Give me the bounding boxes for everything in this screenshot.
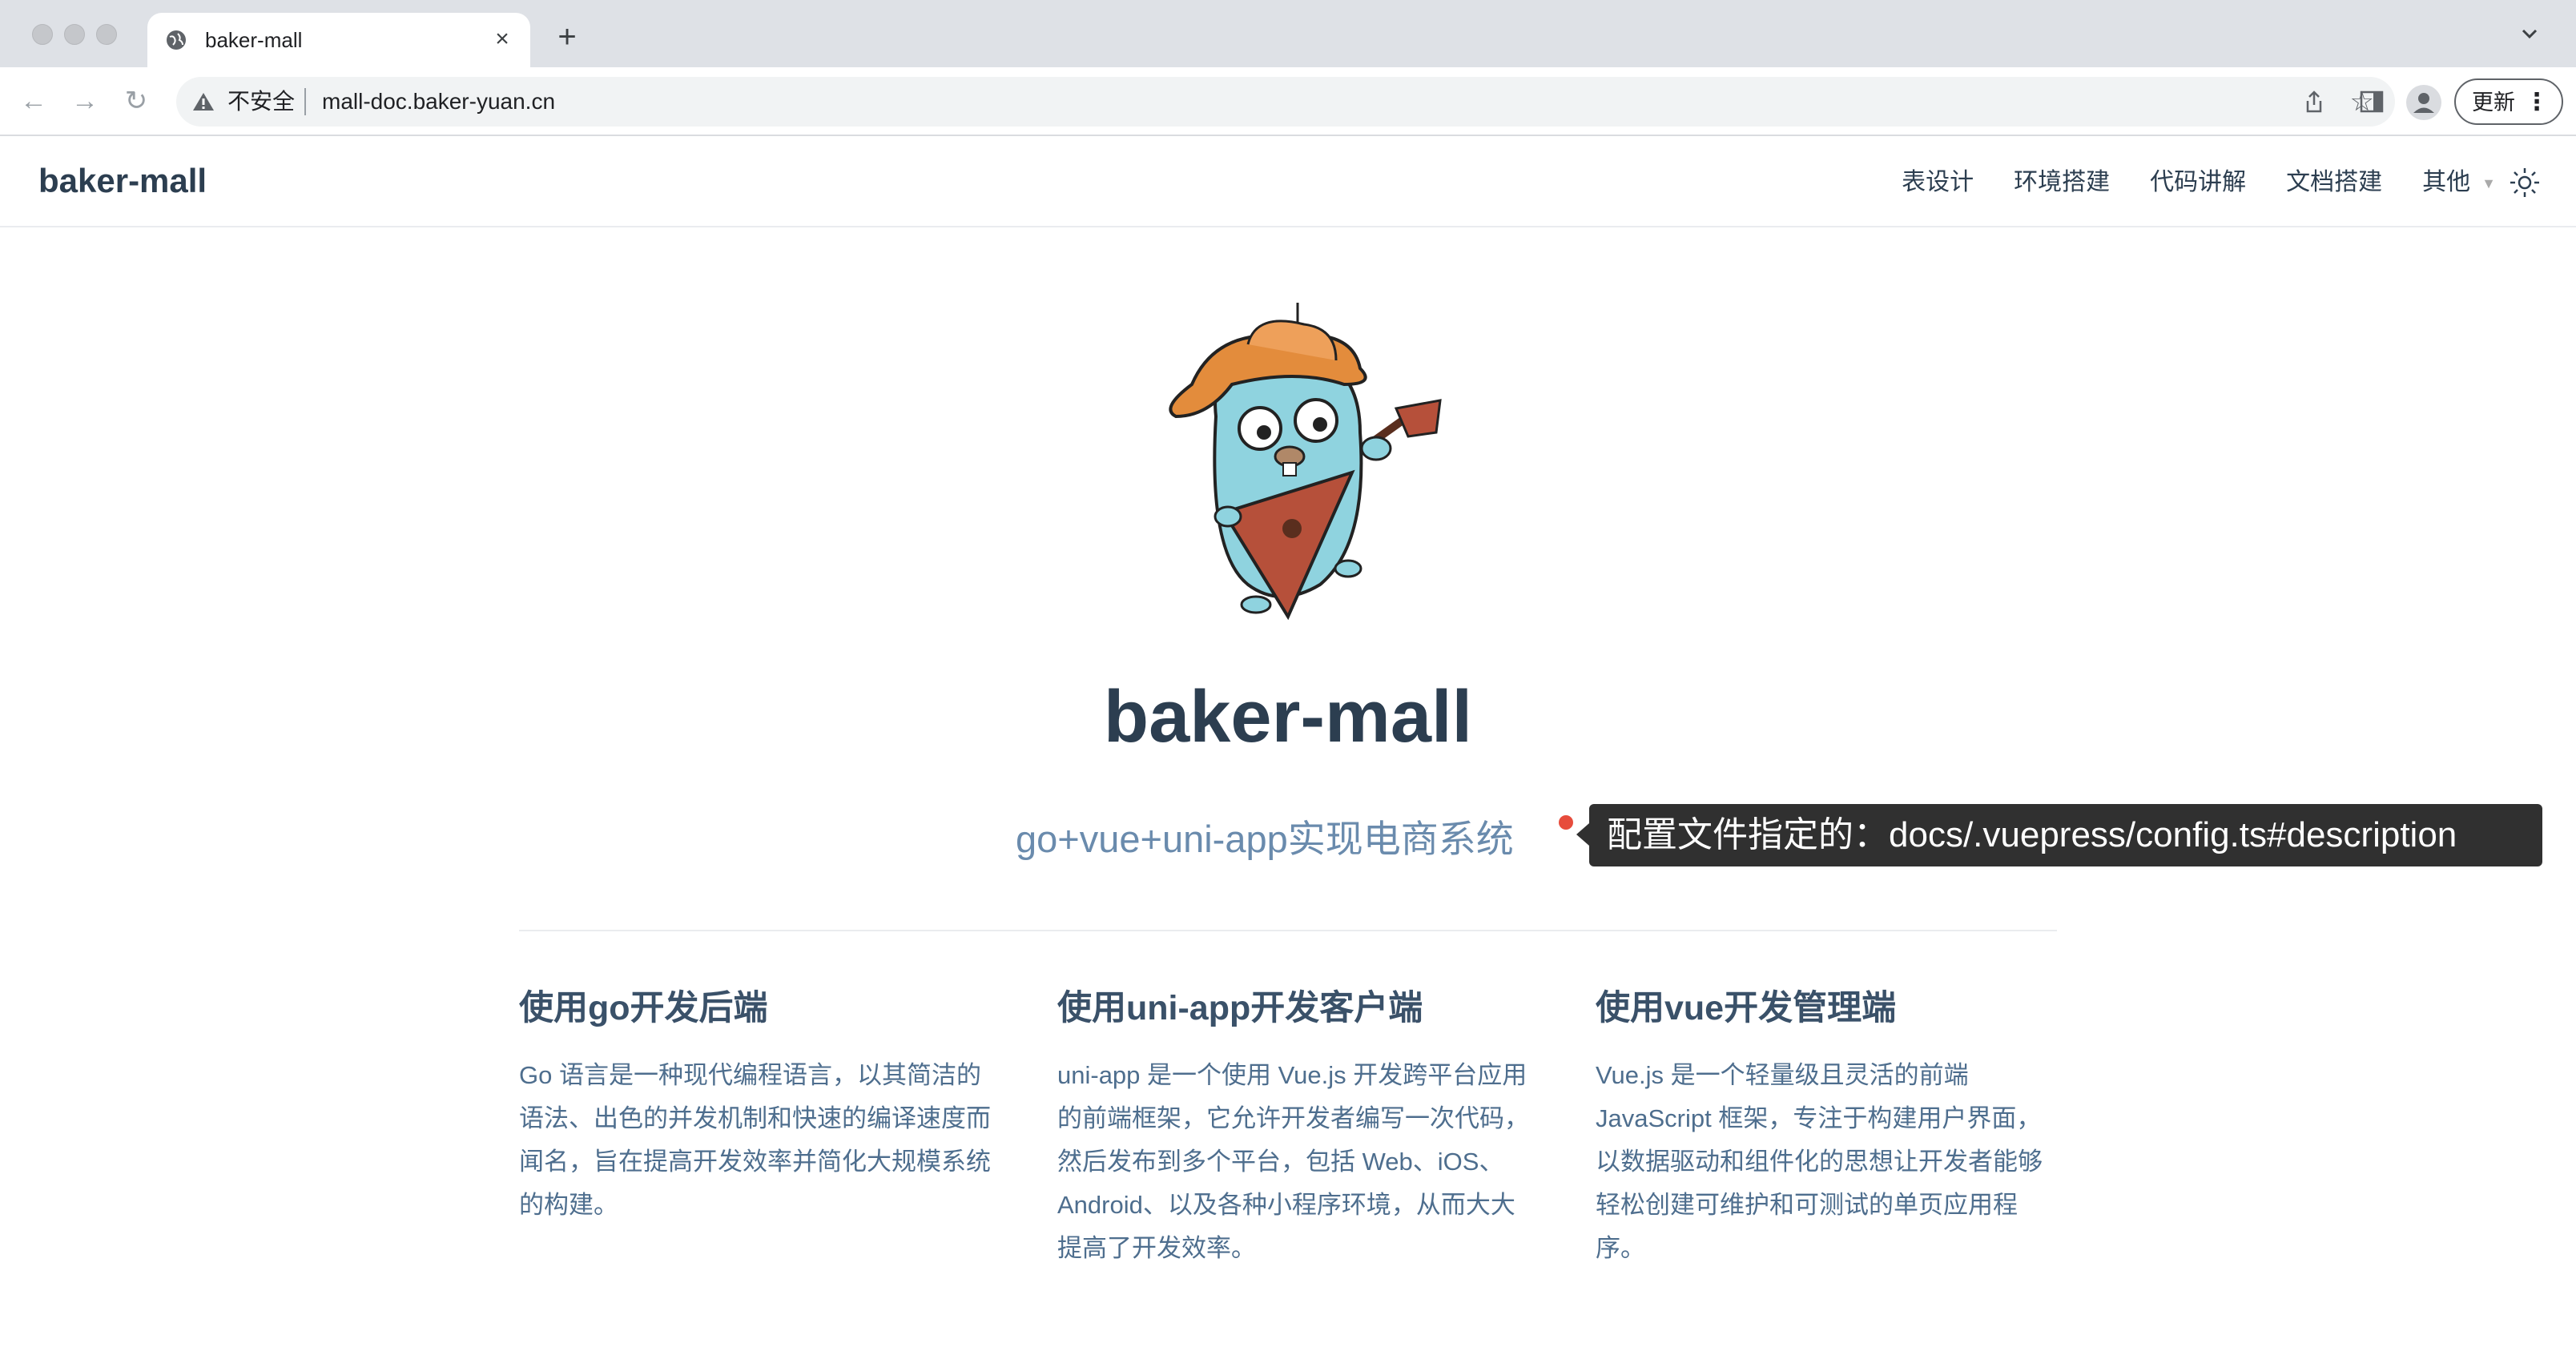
- nav-dropdown-label: 其他: [2422, 169, 2471, 195]
- browser-tab[interactable]: baker-mall ×: [147, 13, 530, 67]
- feature-title: 使用go开发后端: [519, 989, 768, 1027]
- site-brand[interactable]: baker-mall: [38, 160, 207, 202]
- share-icon[interactable]: [2302, 90, 2326, 114]
- url-text[interactable]: mall-doc.baker-yuan.cn: [322, 88, 555, 115]
- feature-uniapp-client: 使用uni-app开发客户端 uni-app 是一个使用 Vue.js 开发跨平…: [1057, 983, 1530, 1270]
- window-minimize-dot[interactable]: [64, 24, 85, 45]
- nav-link-env-setup[interactable]: 环境搭建: [2014, 163, 2110, 202]
- forward-icon[interactable]: →: [69, 85, 101, 117]
- omnibox-separator: [304, 88, 306, 115]
- feature-title: 使用uni-app开发客户端: [1057, 989, 1423, 1027]
- browser-toolbar: ← → ↻ 不安全 mall-doc.baker-yuan.cn ☆ 更新 ⋮: [0, 67, 2576, 136]
- security-label[interactable]: 不安全: [227, 88, 295, 115]
- update-button[interactable]: 更新 ⋮: [2454, 78, 2563, 125]
- gopher-mascot-image: [1169, 303, 1442, 621]
- reload-icon[interactable]: ↻: [120, 85, 152, 117]
- feature-details: Go 语言是一种现代编程语言，以其简洁的语法、出色的并发机制和快速的编译速度而闻…: [519, 1061, 991, 1219]
- globe-icon: [167, 30, 186, 50]
- chevron-down-icon[interactable]: [2515, 19, 2544, 48]
- feature-details: Vue.js 是一个轻量级且灵活的前端 JavaScript 框架，专注于构建用…: [1596, 1061, 2043, 1262]
- browser-chrome: baker-mall × + ← → ↻ 不安全 mall-doc.baker-…: [0, 0, 2576, 136]
- nav-links: 表设计 环境搭建 代码讲解 文档搭建 其他 ▼: [1902, 163, 2496, 202]
- description-tooltip: 配置文件指定的：docs/.vuepress/config.ts#descrip…: [1576, 804, 2542, 866]
- window-close-dot[interactable]: [32, 24, 53, 45]
- more-menu-icon[interactable]: ⋮: [2525, 86, 2549, 119]
- nav-link-code-explain[interactable]: 代码讲解: [2150, 163, 2246, 202]
- hero-divider: [519, 930, 2057, 931]
- hero-title: baker-mall: [1103, 676, 1473, 758]
- tooltip-text: 配置文件指定的：docs/.vuepress/config.ts#descrip…: [1607, 815, 2457, 854]
- nav-link-table-design[interactable]: 表设计: [1902, 163, 1974, 202]
- warning-icon: [193, 93, 214, 111]
- nav-link-doc-setup[interactable]: 文档搭建: [2286, 163, 2382, 202]
- side-panel-icon[interactable]: [2358, 88, 2385, 115]
- tab-strip: baker-mall × +: [0, 0, 2576, 67]
- feature-title: 使用vue开发管理端: [1596, 989, 1897, 1027]
- feature-go-backend: 使用go开发后端 Go 语言是一种现代编程语言，以其简洁的语法、出色的并发机制和…: [519, 983, 992, 1227]
- feature-vue-admin: 使用vue开发管理端 Vue.js 是一个轻量级且灵活的前端 JavaScrip…: [1596, 983, 2057, 1270]
- caret-down-icon: ▼: [2481, 175, 2496, 192]
- new-tab-icon[interactable]: +: [551, 21, 583, 53]
- hero-description: go+vue+uni-app实现电商系统: [1016, 818, 1514, 860]
- address-bar[interactable]: 不安全 mall-doc.baker-yuan.cn ☆: [176, 77, 2395, 127]
- theme-toggle-sun-icon[interactable]: [2509, 167, 2541, 199]
- update-label: 更新: [2472, 90, 2515, 115]
- annotation-dot: [1559, 815, 1573, 830]
- site-navbar: baker-mall 表设计 环境搭建 代码讲解 文档搭建 其他 ▼: [0, 136, 2576, 227]
- window-zoom-dot[interactable]: [96, 24, 117, 45]
- back-icon[interactable]: ←: [18, 85, 50, 117]
- nav-dropdown-other[interactable]: 其他 ▼: [2422, 163, 2496, 202]
- features-section: 使用go开发后端 Go 语言是一种现代编程语言，以其简洁的语法、出色的并发机制和…: [519, 983, 2057, 1304]
- tab-close-icon[interactable]: ×: [489, 26, 516, 53]
- tab-title: baker-mall: [205, 28, 303, 52]
- feature-details: uni-app 是一个使用 Vue.js 开发跨平台应用的前端框架，它允许开发者…: [1057, 1061, 1529, 1262]
- profile-avatar-icon[interactable]: [2406, 85, 2441, 120]
